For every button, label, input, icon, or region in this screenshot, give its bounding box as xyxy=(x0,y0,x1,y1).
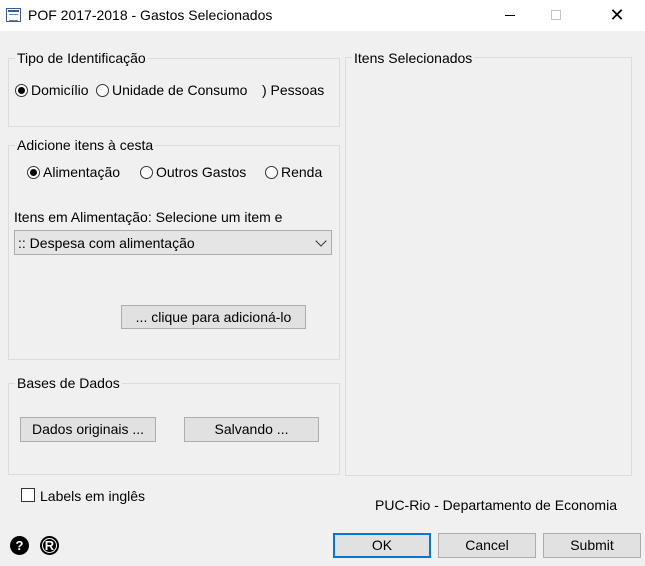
help-icon[interactable]: ? xyxy=(10,536,29,555)
items-instruction-label: Itens em Alimentação: Selecione um item … xyxy=(14,209,283,225)
radio-outros-gastos-label: Outros Gastos xyxy=(156,164,247,180)
selected-items-list[interactable] xyxy=(345,57,632,476)
window-title: POF 2017-2018 - Gastos Selecionados xyxy=(28,7,273,23)
minimize-button[interactable] xyxy=(487,0,533,31)
ok-button[interactable]: OK xyxy=(333,533,431,558)
radio-outros-gastos-indicator[interactable] xyxy=(140,165,153,179)
footer-text: PUC-Rio - Departamento de Economia xyxy=(375,497,617,513)
close-button[interactable]: ✕ xyxy=(589,0,645,31)
radio-domicilio[interactable]: Domicílio xyxy=(15,82,92,98)
bases-legend: Bases de Dados xyxy=(15,375,122,391)
r-logo-icon[interactable]: R xyxy=(40,536,59,555)
radio-unidade-consumo-label: Unidade de Consumo xyxy=(112,82,248,98)
r-logo-letter: R xyxy=(44,538,55,553)
labels-english-label[interactable]: Labels em inglês xyxy=(40,488,145,504)
maximize-button[interactable] xyxy=(533,0,579,31)
cesta-legend: Adicione itens à cesta xyxy=(15,137,156,153)
item-dropdown[interactable]: :: Despesa com alimentação xyxy=(14,230,332,255)
dados-originais-button[interactable]: Dados originais ... xyxy=(20,417,156,442)
selected-items-label: Itens Selecionados xyxy=(352,50,475,66)
radio-renda-label: Renda xyxy=(281,164,323,180)
radio-domicilio-indicator[interactable] xyxy=(15,83,28,97)
chevron-down-icon xyxy=(315,235,327,247)
app-window-icon xyxy=(6,8,21,22)
radio-unidade-consumo[interactable]: Unidade de Consumo xyxy=(96,82,248,98)
item-dropdown-value: :: Despesa com alimentação xyxy=(18,235,195,251)
radio-domicilio-label: Domicílio xyxy=(31,82,89,98)
radio-alimentacao-label: Alimentação xyxy=(43,164,121,180)
radio-outros-gastos[interactable]: Outros Gastos xyxy=(140,164,246,180)
submit-button[interactable]: Submit xyxy=(543,533,641,558)
radio-unidade-consumo-indicator[interactable] xyxy=(96,83,109,97)
tipo-identificacao-legend: Tipo de Identificação xyxy=(15,50,148,66)
radio-renda-indicator[interactable] xyxy=(265,165,278,179)
title-bar: POF 2017-2018 - Gastos Selecionados ✕ xyxy=(0,0,645,31)
salvando-button[interactable]: Salvando ... xyxy=(184,417,319,442)
radio-alimentacao[interactable]: Alimentação xyxy=(27,164,120,180)
radio-pessoas[interactable]: ) Pessoas xyxy=(262,82,324,98)
radio-alimentacao-indicator[interactable] xyxy=(27,165,40,179)
labels-english-checkbox[interactable] xyxy=(21,488,35,502)
radio-renda[interactable]: Renda xyxy=(265,164,322,180)
radio-pessoas-label: ) Pessoas xyxy=(262,82,325,98)
cancel-button[interactable]: Cancel xyxy=(438,533,536,558)
add-item-button[interactable]: ... clique para adicioná-lo xyxy=(121,305,306,329)
